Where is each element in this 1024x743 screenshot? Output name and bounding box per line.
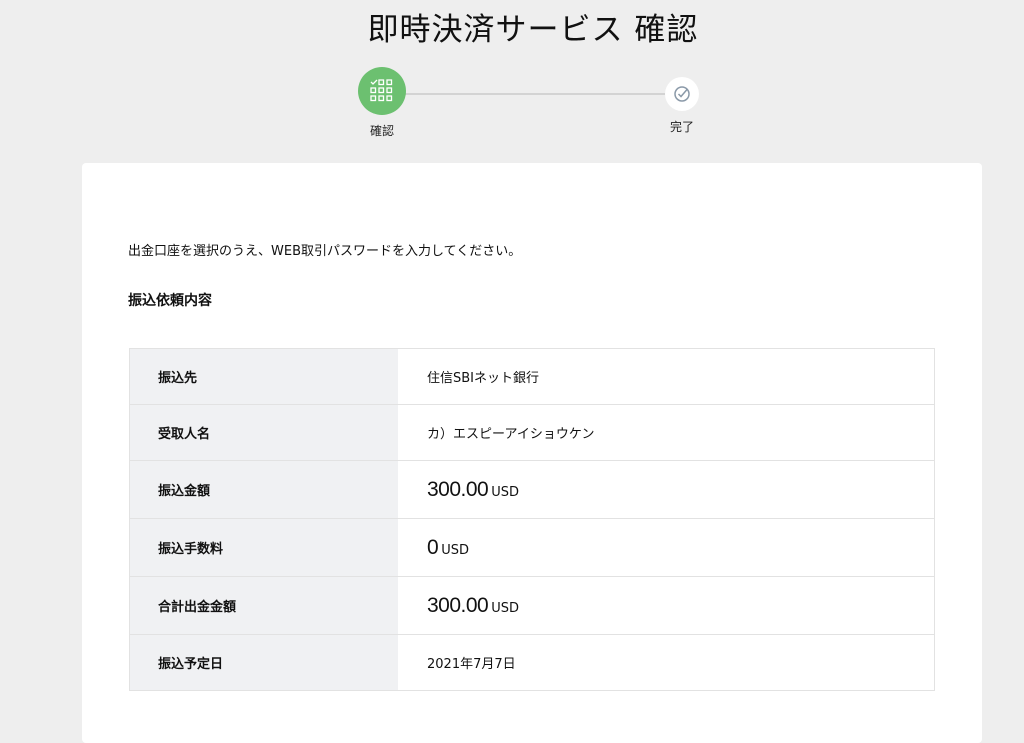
table-row-transfer-amount: 振込金額 300.00 USD (129, 460, 935, 519)
row-label: 振込予定日 (129, 634, 398, 691)
step-label-complete: 完了 (669, 120, 694, 134)
table-row-payee-bank: 振込先 住信SBIネット銀行 (129, 348, 935, 405)
check-circle-icon (674, 86, 690, 102)
currency-unit: USD (441, 542, 469, 558)
transfer-details-table: 振込先 住信SBIネット銀行 受取人名 カ）エスピーアイショウケン 振込金額 3… (129, 348, 935, 691)
progress-stepper: 確認 完了 (0, 0, 1024, 150)
row-label: 振込先 (129, 348, 398, 405)
amount-value: 300.00 (427, 477, 489, 501)
row-label: 振込手数料 (129, 518, 398, 577)
instruction-text: 出金口座を選択のうえ、WEB取引パスワードを入力してください。 (128, 244, 522, 259)
table-row-transfer-fee: 振込手数料 0 USD (129, 518, 935, 577)
amount-value: 300.00 (427, 593, 489, 617)
amount-value: 0 (427, 535, 439, 559)
row-label: 振込金額 (129, 460, 398, 519)
currency-unit: USD (491, 600, 520, 616)
table-row-total-amount: 合計出金金額 300.00 USD (129, 576, 935, 635)
row-value: カ）エスピーアイショウケン (398, 404, 935, 461)
row-value: 0 USD (398, 518, 935, 577)
step-complete-indicator (665, 77, 699, 111)
row-value: 300.00 USD (398, 460, 935, 519)
currency-unit: USD (491, 484, 520, 500)
table-row-recipient-name: 受取人名 カ）エスピーアイショウケン (129, 404, 935, 461)
row-value: 2021年7月7日 (427, 657, 516, 672)
step-label-confirm: 確認 (369, 124, 394, 138)
row-label: 合計出金金額 (129, 576, 398, 635)
row-label: 受取人名 (129, 404, 398, 461)
section-title: 振込依頼内容 (128, 293, 212, 309)
row-value: 住信SBIネット銀行 (398, 348, 935, 405)
row-value: 300.00 USD (398, 576, 935, 635)
grid-check-icon (370, 79, 393, 102)
step-confirm-indicator (358, 67, 406, 115)
step-connector-line (405, 93, 667, 95)
table-row-scheduled-date: 振込予定日 2021年7月7日 (129, 634, 935, 691)
